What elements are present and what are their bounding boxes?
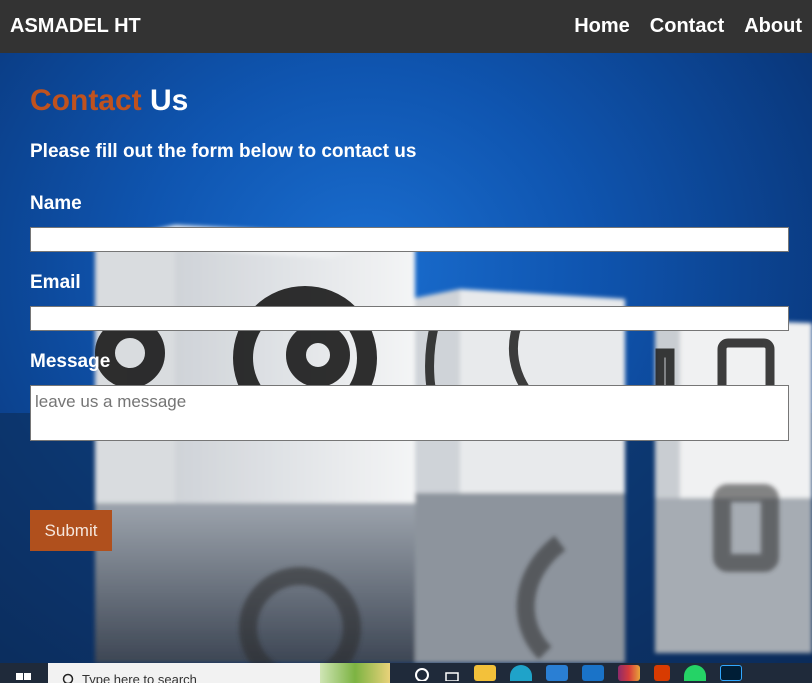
nav-links: Home Contact About: [574, 15, 802, 38]
top-navbar: ASMADEL HT Home Contact About: [0, 0, 812, 53]
title-rest: Us: [150, 84, 189, 117]
cortana-icon[interactable]: [414, 665, 430, 681]
nav-link-home[interactable]: Home: [574, 15, 630, 38]
title-accent: Contact: [30, 84, 142, 117]
nav-link-about[interactable]: About: [744, 15, 802, 38]
form-instructions: Please fill out the form below to contac…: [30, 141, 417, 162]
winrar-icon[interactable]: [618, 665, 640, 681]
whatsapp-icon[interactable]: [684, 665, 706, 681]
brand-logo-text[interactable]: ASMADEL HT: [10, 15, 141, 38]
edge-icon[interactable]: [510, 665, 532, 681]
task-view-icon[interactable]: [444, 665, 460, 681]
search-highlight-image: [320, 663, 390, 683]
nav-link-contact[interactable]: Contact: [650, 15, 724, 38]
file-explorer-icon[interactable]: [474, 665, 496, 681]
mail-icon[interactable]: [582, 665, 604, 681]
taskbar-search-box[interactable]: Type here to search: [48, 663, 390, 683]
message-field[interactable]: [30, 385, 789, 441]
search-icon: [62, 673, 74, 683]
submit-button[interactable]: Submit: [30, 510, 112, 551]
windows-start-icon[interactable]: [0, 663, 48, 683]
taskbar-search-placeholder: Type here to search: [82, 672, 197, 683]
photoshop-icon[interactable]: [720, 665, 742, 681]
name-field[interactable]: [30, 227, 789, 252]
office-icon[interactable]: [654, 665, 670, 681]
windows-taskbar: Type here to search: [0, 663, 812, 683]
name-label: Name: [30, 193, 82, 214]
store-icon[interactable]: [546, 665, 568, 681]
email-field[interactable]: [30, 306, 789, 331]
page-title: Contact Us: [30, 83, 790, 119]
email-label: Email: [30, 272, 81, 293]
message-label: Message: [30, 351, 111, 372]
contact-form-section: Contact Us Please fill out the form belo…: [30, 53, 790, 551]
